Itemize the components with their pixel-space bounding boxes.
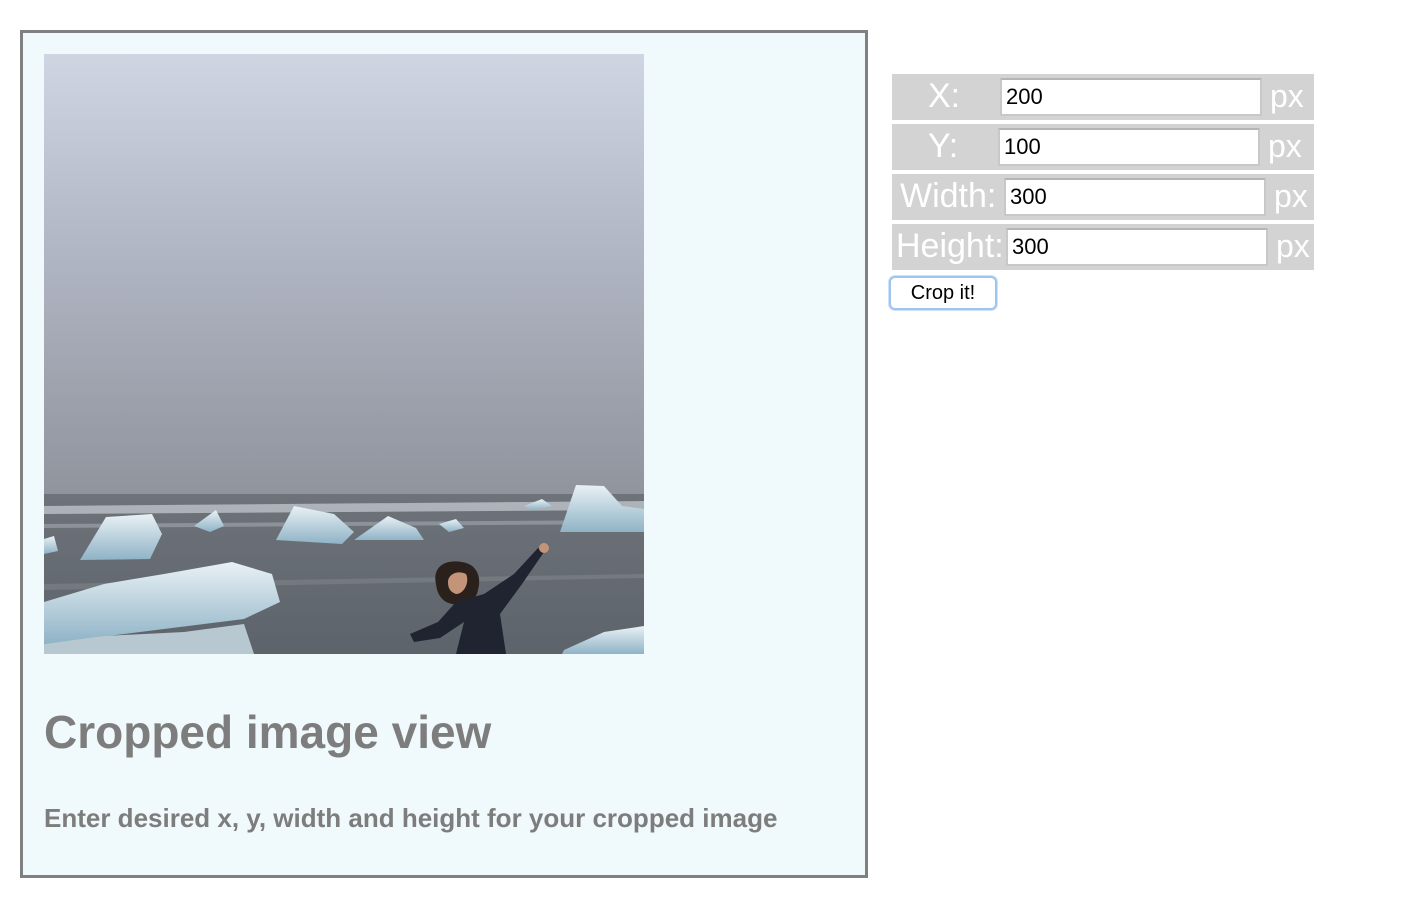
x-field-row: X: px: [892, 74, 1314, 120]
width-field-row: Width: px: [892, 174, 1314, 220]
width-input[interactable]: [1004, 178, 1266, 216]
crop-button[interactable]: Crop it!: [889, 276, 997, 310]
y-label: Y:: [928, 127, 959, 165]
height-field-row: Height: px: [892, 224, 1314, 270]
height-input[interactable]: [1006, 228, 1268, 266]
y-field-row: Y: px: [892, 124, 1314, 170]
y-input[interactable]: [998, 128, 1260, 166]
instructions-text: Enter desired x, y, width and height for…: [44, 803, 778, 833]
x-unit: px: [1270, 78, 1304, 114]
cropped-image-graphic: [44, 54, 644, 654]
height-label: Height:: [896, 227, 1004, 265]
page-title: Cropped image view: [44, 706, 492, 758]
x-input[interactable]: [1000, 78, 1262, 116]
y-unit: px: [1268, 128, 1302, 164]
crop-controls: X: px Y: px Width: px Height: px Crop it…: [889, 74, 1314, 310]
width-label: Width:: [900, 177, 997, 215]
preview-card: Cropped image view Enter desired x, y, w…: [20, 30, 868, 878]
x-label: X:: [928, 77, 961, 115]
width-unit: px: [1274, 178, 1308, 214]
cropped-image: [44, 54, 644, 654]
height-unit: px: [1276, 228, 1310, 264]
